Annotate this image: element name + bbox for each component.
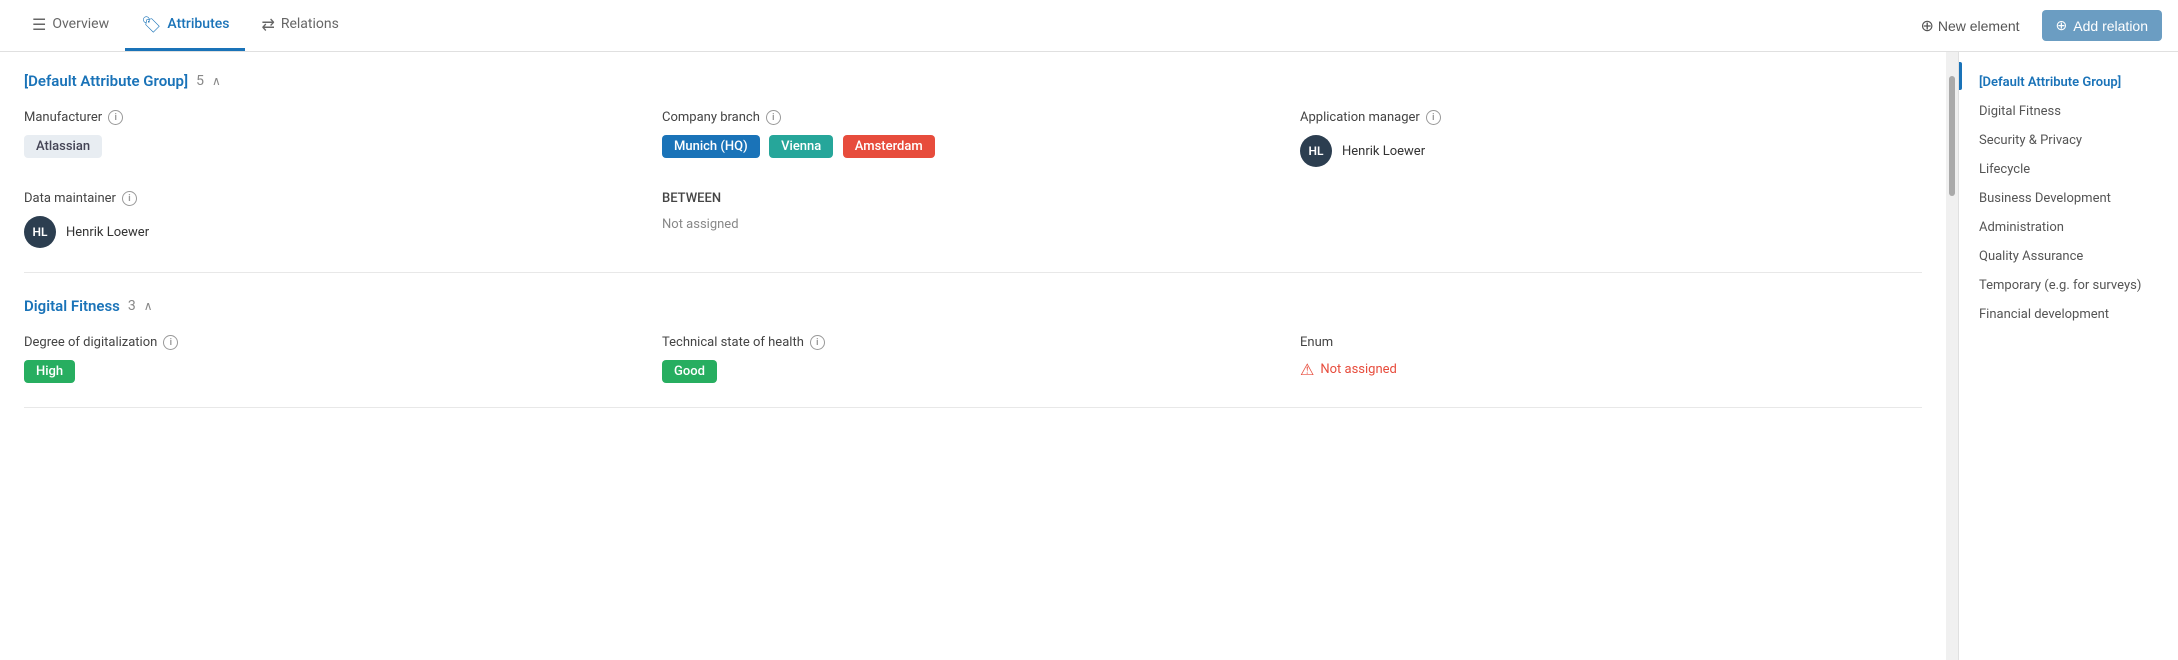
- sidebar-item-security-privacy[interactable]: Security & Privacy: [1959, 126, 2178, 155]
- field-company-branch: Company branch i Munich (HQ) Vienna Amst…: [662, 110, 1284, 167]
- avatar-hl-maintainer: HL: [24, 216, 56, 248]
- add-relation-icon: ⊕: [2056, 17, 2068, 34]
- top-nav: ☰ Overview 🏷 Attributes ⇄ Relations ⊕ Ne…: [0, 0, 2178, 52]
- attr-grid-default: Manufacturer i Atlassian Company branch …: [24, 110, 1922, 248]
- tag-good[interactable]: Good: [662, 360, 717, 383]
- sidebar-item-default-attr-group-label: [Default Attribute Group]: [1979, 75, 2121, 90]
- sidebar-item-security-privacy-label: Security & Privacy: [1979, 133, 2082, 148]
- attr-group-digital-fitness-title: Digital Fitness: [24, 297, 120, 315]
- main-layout: [Default Attribute Group] 5 ∧ Manufactur…: [0, 52, 2178, 660]
- tag-vienna[interactable]: Vienna: [769, 135, 833, 158]
- field-enum: Enum ⚠ Not assigned: [1300, 335, 1922, 383]
- new-element-button[interactable]: ⊕ New element: [1910, 10, 2029, 42]
- sidebar-item-digital-fitness[interactable]: Digital Fitness: [1959, 97, 2178, 126]
- enum-label: Enum: [1300, 335, 1922, 350]
- tag-high[interactable]: High: [24, 360, 75, 383]
- sidebar-item-administration-label: Administration: [1979, 220, 2064, 235]
- attr-group-default: [Default Attribute Group] 5 ∧ Manufactur…: [24, 72, 1922, 248]
- group-divider-2: [24, 407, 1922, 408]
- avatar-hl-manager: HL: [1300, 135, 1332, 167]
- error-circle-icon: ⚠: [1300, 360, 1314, 379]
- tab-relations[interactable]: ⇄ Relations: [245, 0, 354, 51]
- tab-overview[interactable]: ☰ Overview: [16, 0, 125, 51]
- data-maintainer-value: HL Henrik Loewer: [24, 216, 646, 248]
- scroll-thumb[interactable]: [1949, 76, 1955, 196]
- relations-icon: ⇄: [261, 15, 274, 34]
- field-between: BETWEEN Not assigned: [662, 191, 1284, 248]
- sidebar-item-temporary[interactable]: Temporary (e.g. for surveys): [1959, 271, 2178, 300]
- between-value: Not assigned: [662, 216, 1284, 232]
- field-application-manager: Application manager i HL Henrik Loewer: [1300, 110, 1922, 167]
- tab-attributes[interactable]: 🏷 Attributes: [125, 0, 245, 51]
- application-manager-name: Henrik Loewer: [1342, 144, 1425, 159]
- data-maintainer-name: Henrik Loewer: [66, 225, 149, 240]
- group-divider-1: [24, 272, 1922, 273]
- tag-munich[interactable]: Munich (HQ): [662, 135, 760, 158]
- sidebar-item-financial-development-label: Financial development: [1979, 307, 2109, 322]
- sidebar-item-administration[interactable]: Administration: [1959, 213, 2178, 242]
- degree-digitalization-label: Degree of digitalization i: [24, 335, 646, 350]
- manufacturer-value: Atlassian: [24, 135, 646, 158]
- application-manager-value: HL Henrik Loewer: [1300, 135, 1922, 167]
- field-technical-state-health: Technical state of health i Good: [662, 335, 1284, 383]
- degree-digitalization-info-icon[interactable]: i: [163, 335, 178, 350]
- application-manager-info-icon[interactable]: i: [1426, 110, 1441, 125]
- plus-circle-icon: ⊕: [1920, 16, 1933, 36]
- attr-group-default-header: [Default Attribute Group] 5 ∧: [24, 72, 1922, 90]
- attr-group-digital-fitness-count: 3: [128, 298, 136, 314]
- chevron-up-icon-2[interactable]: ∧: [144, 299, 153, 313]
- tab-overview-label: Overview: [52, 16, 109, 32]
- sidebar-item-lifecycle-label: Lifecycle: [1979, 162, 2030, 177]
- manufacturer-info-icon[interactable]: i: [108, 110, 123, 125]
- technical-state-health-info-icon[interactable]: i: [810, 335, 825, 350]
- enum-value: ⚠ Not assigned: [1300, 360, 1922, 379]
- sidebar-item-business-development[interactable]: Business Development: [1959, 184, 2178, 213]
- attr-grid-digital-fitness: Degree of digitalization i High Technica…: [24, 335, 1922, 383]
- application-manager-label: Application manager i: [1300, 110, 1922, 125]
- company-branch-label: Company branch i: [662, 110, 1284, 125]
- sidebar-item-financial-development[interactable]: Financial development: [1959, 300, 2178, 329]
- sidebar-active-indicator: [1959, 62, 1962, 90]
- attr-group-default-title: [Default Attribute Group]: [24, 72, 188, 90]
- field-degree-digitalization: Degree of digitalization i High: [24, 335, 646, 383]
- sidebar-item-quality-assurance-label: Quality Assurance: [1979, 249, 2083, 264]
- right-sidebar: [Default Attribute Group] Digital Fitnes…: [1958, 52, 2178, 660]
- attr-group-digital-fitness: Digital Fitness 3 ∧ Degree of digitaliza…: [24, 297, 1922, 383]
- overview-icon: ☰: [32, 15, 46, 34]
- tab-relations-label: Relations: [281, 16, 339, 32]
- add-relation-label: Add relation: [2073, 18, 2148, 34]
- content-scrollbar[interactable]: [1946, 52, 1958, 660]
- between-label-heading: BETWEEN: [662, 191, 1284, 206]
- sidebar-item-temporary-label: Temporary (e.g. for surveys): [1979, 278, 2141, 293]
- tag-atlassian[interactable]: Atlassian: [24, 135, 102, 158]
- tab-attributes-label: Attributes: [167, 16, 229, 32]
- chevron-up-icon[interactable]: ∧: [212, 74, 221, 88]
- company-branch-value: Munich (HQ) Vienna Amsterdam: [662, 135, 1284, 158]
- attr-group-digital-fitness-header: Digital Fitness 3 ∧: [24, 297, 1922, 315]
- manufacturer-label: Manufacturer i: [24, 110, 646, 125]
- attr-group-default-count: 5: [196, 73, 204, 89]
- data-maintainer-label: Data maintainer i: [24, 191, 646, 206]
- company-branch-info-icon[interactable]: i: [766, 110, 781, 125]
- sidebar-item-default-attr-group[interactable]: [Default Attribute Group]: [1959, 68, 2178, 97]
- sidebar-item-quality-assurance[interactable]: Quality Assurance: [1959, 242, 2178, 271]
- sidebar-item-digital-fitness-label: Digital Fitness: [1979, 104, 2061, 119]
- data-maintainer-info-icon[interactable]: i: [122, 191, 137, 206]
- nav-actions: ⊕ New element ⊕ Add relation: [1910, 10, 2162, 42]
- add-relation-button[interactable]: ⊕ Add relation: [2042, 10, 2162, 41]
- field-manufacturer: Manufacturer i Atlassian: [24, 110, 646, 167]
- new-element-label: New element: [1938, 18, 2020, 34]
- tag-amsterdam[interactable]: Amsterdam: [843, 135, 935, 158]
- technical-state-health-label: Technical state of health i: [662, 335, 1284, 350]
- sidebar-item-business-development-label: Business Development: [1979, 191, 2111, 206]
- sidebar-item-lifecycle[interactable]: Lifecycle: [1959, 155, 2178, 184]
- attributes-icon: 🏷: [141, 15, 161, 34]
- content-area: [Default Attribute Group] 5 ∧ Manufactur…: [0, 52, 1946, 660]
- field-data-maintainer: Data maintainer i HL Henrik Loewer: [24, 191, 646, 248]
- degree-digitalization-value: High: [24, 360, 646, 383]
- technical-state-health-value: Good: [662, 360, 1284, 383]
